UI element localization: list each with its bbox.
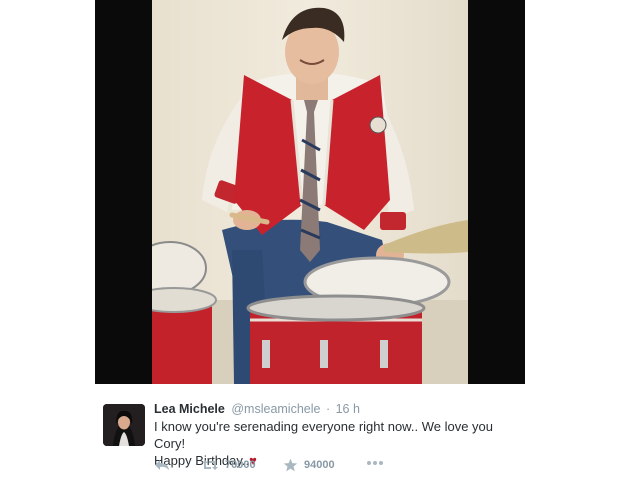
avatar-image (103, 404, 145, 446)
more-dots-icon (367, 461, 383, 465)
photo-illustration (152, 7, 468, 384)
favorite-count: 94000 (304, 459, 335, 471)
star-icon (283, 458, 298, 472)
header-separator: · (325, 402, 331, 416)
tweet-header: Lea Michele @msleamichele · 16 h (154, 402, 360, 417)
retweet-count: 70000 (225, 459, 256, 471)
tweet: Lea Michele @msleamichele · 16 h I know … (103, 397, 523, 481)
timestamp[interactable]: 16 h (336, 402, 360, 416)
retweet-icon (202, 460, 218, 470)
drummer-photo (152, 0, 468, 384)
more-button[interactable] (366, 460, 384, 466)
avatar[interactable] (103, 404, 145, 446)
reply-button[interactable] (154, 458, 170, 472)
display-name[interactable]: Lea Michele (154, 402, 225, 416)
tweet-photo[interactable] (95, 0, 525, 384)
tweet-actions: 70000 94000 (154, 458, 454, 474)
username[interactable]: @msleamichele (231, 402, 320, 416)
reply-icon (155, 460, 169, 470)
tweet-text-line-1: I know you're serenading everyone right … (154, 419, 493, 451)
favorite-button[interactable]: 94000 (283, 458, 335, 472)
retweet-button[interactable]: 70000 (201, 458, 256, 472)
